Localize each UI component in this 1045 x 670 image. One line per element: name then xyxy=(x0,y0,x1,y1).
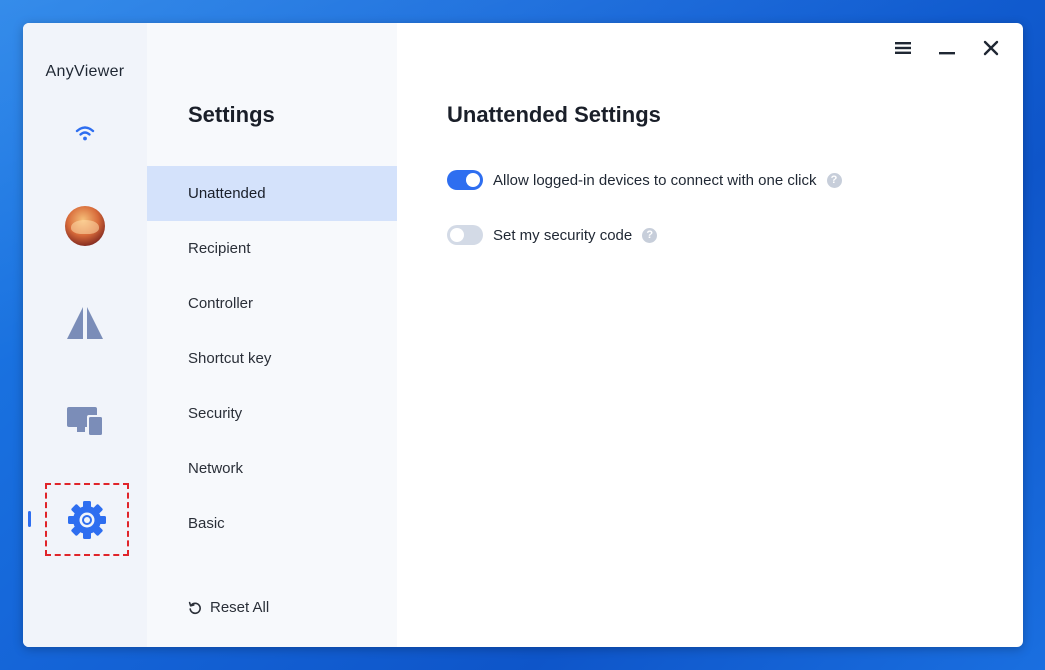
window-controls xyxy=(889,37,1005,59)
rail-settings-button[interactable] xyxy=(45,483,129,556)
wifi-icon xyxy=(75,126,95,141)
settings-menu-list: Unattended Recipient Controller Shortcut… xyxy=(147,166,397,551)
option-one-click-connect: Allow logged-in devices to connect with … xyxy=(447,169,842,191)
toggle-knob xyxy=(450,228,464,242)
reset-icon xyxy=(188,601,201,614)
active-rail-indicator xyxy=(28,511,31,527)
menu-button[interactable] xyxy=(889,37,917,59)
sidebar-rail: AnyViewer xyxy=(23,23,147,647)
menu-item-shortcut-key[interactable]: Shortcut key xyxy=(147,331,397,386)
help-icon[interactable]: ? xyxy=(826,172,842,188)
rail-remote-button[interactable] xyxy=(45,288,125,358)
security-code-toggle[interactable] xyxy=(447,225,483,245)
security-code-label: Set my security code xyxy=(493,226,633,244)
minimize-button[interactable] xyxy=(933,37,961,59)
gear-icon xyxy=(68,500,106,539)
reset-all-button[interactable]: Reset All xyxy=(188,599,269,616)
menu-item-network[interactable]: Network xyxy=(147,441,397,496)
hamburger-icon xyxy=(895,42,911,54)
page-title: Unattended Settings xyxy=(447,102,661,127)
one-click-connect-label: Allow logged-in devices to connect with … xyxy=(493,171,817,189)
settings-title: Settings xyxy=(188,102,275,127)
devices-icon xyxy=(67,407,103,436)
content-panel: Unattended Settings Allow logged-in devi… xyxy=(397,23,1023,647)
help-icon[interactable]: ? xyxy=(642,227,658,243)
option-security-code: Set my security code ? xyxy=(447,224,658,246)
menu-item-basic[interactable]: Basic xyxy=(147,496,397,551)
close-button[interactable] xyxy=(977,37,1005,59)
rail-devices-button[interactable] xyxy=(45,385,125,455)
app-title: AnyViewer xyxy=(45,63,125,80)
app-window: AnyViewer Settings Unattended Recipient … xyxy=(23,23,1023,647)
toggle-knob xyxy=(466,173,480,187)
menu-item-recipient[interactable]: Recipient xyxy=(147,221,397,276)
settings-menu: Settings Unattended Recipient Controller… xyxy=(147,23,397,647)
remote-icon xyxy=(67,307,103,339)
minimize-icon xyxy=(939,52,955,55)
menu-item-controller[interactable]: Controller xyxy=(147,276,397,331)
close-icon xyxy=(983,40,999,56)
avatar xyxy=(65,206,105,246)
menu-item-security[interactable]: Security xyxy=(147,386,397,441)
menu-item-unattended[interactable]: Unattended xyxy=(147,166,397,221)
rail-account-button[interactable] xyxy=(45,191,125,261)
rail-connection-button[interactable] xyxy=(45,98,125,168)
one-click-connect-toggle[interactable] xyxy=(447,170,483,190)
reset-all-label: Reset All xyxy=(210,599,270,616)
